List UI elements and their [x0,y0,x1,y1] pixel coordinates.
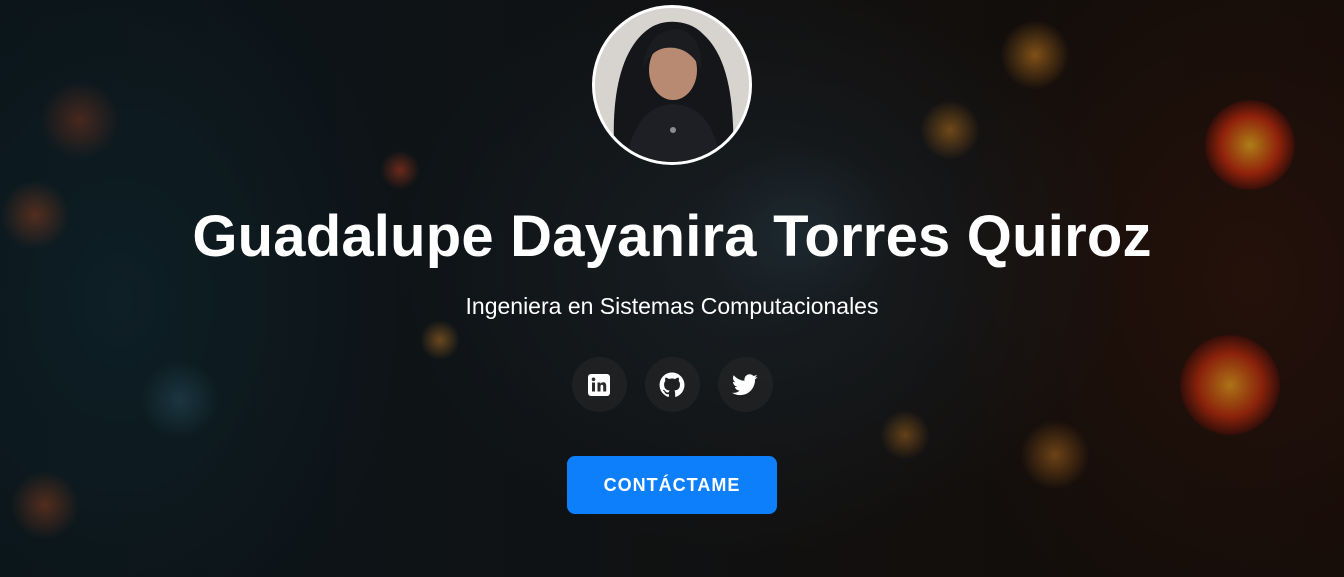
avatar-photo [595,8,749,162]
hero-content: Guadalupe Dayanira Torres Quiroz Ingenie… [0,0,1344,577]
hero-section: Guadalupe Dayanira Torres Quiroz Ingenie… [0,0,1344,577]
twitter-link[interactable] [717,357,773,412]
twitter-icon [732,373,758,395]
contact-button[interactable]: CONTÁCTAME [567,456,777,514]
linkedin-link[interactable] [571,357,627,412]
profile-title: Ingeniera en Sistemas Computacionales [465,293,879,319]
profile-avatar [592,5,752,165]
linkedin-icon [588,373,610,396]
profile-name: Guadalupe Dayanira Torres Quiroz [192,204,1152,269]
social-links [571,357,773,412]
github-icon [659,372,685,397]
github-link[interactable] [644,357,700,412]
